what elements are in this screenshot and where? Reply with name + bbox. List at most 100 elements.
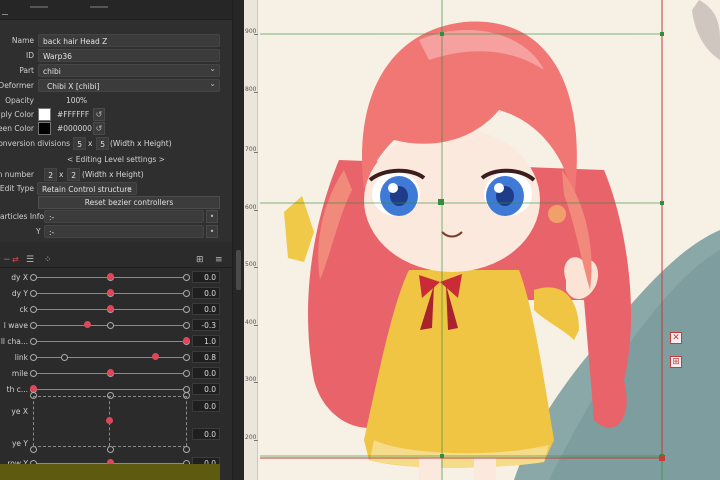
parameter-value-input[interactable]: 0.0 xyxy=(192,383,220,395)
eye-right-shine xyxy=(494,183,504,193)
parameter-key-marker[interactable] xyxy=(30,370,37,377)
parameter-slider-knob[interactable] xyxy=(106,369,114,376)
parameter-name: ye X xyxy=(11,407,28,416)
editor-window: Name back hair Head Z ID Warp36 Part chi… xyxy=(0,0,720,480)
parameter-value-input[interactable]: 0.0 xyxy=(192,428,220,440)
scrollbar-thumb[interactable] xyxy=(236,250,241,290)
parameter-slider-knob[interactable] xyxy=(183,337,190,344)
parameter-slider-knob[interactable] xyxy=(30,385,37,392)
parameter-key-marker[interactable] xyxy=(183,370,190,377)
inspector-title-bar[interactable] xyxy=(0,0,232,20)
deformer-select[interactable]: Chibi X [chibi] xyxy=(38,79,220,92)
menu-icon[interactable]: ≡ xyxy=(215,255,223,265)
parameter-key-marker[interactable] xyxy=(183,322,190,329)
transform-icon[interactable]: ⊞ xyxy=(670,356,682,368)
parameter-value-input[interactable]: -0.3 xyxy=(192,319,220,331)
drag-handle-icon[interactable] xyxy=(90,6,108,8)
parameter-slider-knob[interactable] xyxy=(83,321,91,328)
conversion-width-input[interactable]: 5 xyxy=(73,137,86,150)
close-icon[interactable]: ✕ xyxy=(670,332,682,344)
parameter-slider-knob[interactable] xyxy=(152,353,160,360)
parameter-slider-knob[interactable] xyxy=(106,305,114,312)
parameter-name: l wave xyxy=(3,321,28,330)
screen-color-value[interactable]: #000000 xyxy=(57,124,92,133)
opacity-value[interactable]: 100 xyxy=(66,96,80,105)
particles-y-label: Y xyxy=(36,227,41,236)
parameter-value-input[interactable]: 1.0 xyxy=(192,335,220,347)
parameter-key-marker[interactable] xyxy=(183,274,190,281)
earring xyxy=(548,205,566,223)
parameter-value-input[interactable]: 0.0 xyxy=(192,287,220,299)
parameter-name: ll cha... xyxy=(0,337,28,346)
parameter-value-input[interactable]: 0.0 xyxy=(192,400,220,412)
parameter-key-marker[interactable] xyxy=(106,446,114,453)
name-row: Name back hair Head Z xyxy=(0,34,232,48)
opacity-row: Opacity 100 % xyxy=(0,94,232,108)
parameter-key-marker[interactable] xyxy=(183,290,190,297)
left-panel: Name back hair Head Z ID Warp36 Part chi… xyxy=(0,0,244,480)
parameter-key-marker[interactable] xyxy=(30,338,37,345)
parameter-value-input[interactable]: 0.0 xyxy=(192,367,220,379)
more-icon[interactable]: • xyxy=(206,225,218,238)
parameter-value-input[interactable]: 0.8 xyxy=(192,351,220,363)
conversion-height-input[interactable]: 5 xyxy=(96,137,109,150)
parameter-key-marker[interactable] xyxy=(30,274,37,281)
parameter-value-input[interactable]: 0.0 xyxy=(192,271,220,283)
parameter-value-input[interactable]: 0.0 xyxy=(192,303,220,315)
multiply-color-value[interactable]: #FFFFFF xyxy=(57,110,89,119)
parameter-slider-knob[interactable] xyxy=(106,273,114,280)
name-input[interactable]: back hair Head Z xyxy=(38,34,220,47)
grid-view-icon[interactable]: ⁘ xyxy=(44,255,52,265)
parameter-key-marker[interactable] xyxy=(106,322,114,329)
name-label: Name xyxy=(11,36,34,45)
parameter-key-marker[interactable] xyxy=(30,306,37,313)
collapse-icon[interactable] xyxy=(2,14,8,15)
part-select[interactable]: chibi xyxy=(38,64,220,77)
id-row: ID Warp36 xyxy=(0,49,232,63)
edit-type-select[interactable]: Retain Control structure xyxy=(37,182,137,195)
id-input[interactable]: Warp36 xyxy=(38,49,220,62)
reset-icon[interactable]: ↺ xyxy=(93,122,105,135)
parameter-key-marker[interactable] xyxy=(183,354,190,361)
reset-bezier-button[interactable]: Reset bezier controllers xyxy=(38,196,220,209)
times-sign: x xyxy=(59,170,64,179)
particles-y-field[interactable]: :- xyxy=(44,225,204,238)
link-icon[interactable]: ⇄ xyxy=(12,255,19,264)
opacity-unit: % xyxy=(80,96,88,105)
parameter-key-marker[interactable] xyxy=(30,354,37,361)
parameter-slider-track[interactable] xyxy=(33,389,186,390)
more-icon[interactable]: • xyxy=(206,210,218,223)
list-view-icon[interactable]: ☰ xyxy=(26,255,34,265)
reset-icon[interactable]: ↺ xyxy=(93,108,105,121)
parameter-slider-knob[interactable] xyxy=(106,289,114,296)
multiply-color-swatch[interactable] xyxy=(38,108,51,121)
division-width-input[interactable]: 2 xyxy=(44,168,57,181)
drag-handle-icon[interactable] xyxy=(30,6,48,8)
parameter-slider-track[interactable] xyxy=(33,341,186,342)
particles-x-row: articles Info X :- • xyxy=(0,210,232,224)
parameter-key-marker[interactable] xyxy=(30,446,37,453)
canvas-viewport[interactable]: 900 800 700 600 500 400 300 200 ✕ ⊞ xyxy=(244,0,720,480)
param-2d-right-edge xyxy=(186,396,187,446)
character-artwork xyxy=(260,0,720,480)
division-height-input[interactable]: 2 xyxy=(67,168,80,181)
screen-color-label: reen Color xyxy=(0,124,34,133)
parameter-name: dy X xyxy=(11,273,28,282)
timeline-strip xyxy=(0,464,220,480)
screen-color-swatch[interactable] xyxy=(38,122,51,135)
warp-corner-handle[interactable] xyxy=(659,455,665,461)
parameter-key-marker[interactable] xyxy=(183,306,190,313)
parameter-row: l wave -0.3 xyxy=(0,318,232,334)
particles-x-field[interactable]: :- xyxy=(44,210,204,223)
parameter-key-marker[interactable] xyxy=(30,322,37,329)
panel-scrollbar[interactable] xyxy=(232,0,244,480)
parameter-key-marker[interactable] xyxy=(30,290,37,297)
add-parameter-icon[interactable]: ⊞ xyxy=(196,255,204,265)
opacity-label: Opacity xyxy=(5,96,34,105)
parameter-slider-track[interactable] xyxy=(33,357,186,358)
collapse-icon[interactable]: − xyxy=(3,255,11,265)
param-2d-knob[interactable] xyxy=(106,417,113,424)
parameter-key-marker[interactable] xyxy=(183,446,190,453)
parameter-key-marker[interactable] xyxy=(60,354,68,361)
parameter-name: dy Y xyxy=(11,289,28,298)
